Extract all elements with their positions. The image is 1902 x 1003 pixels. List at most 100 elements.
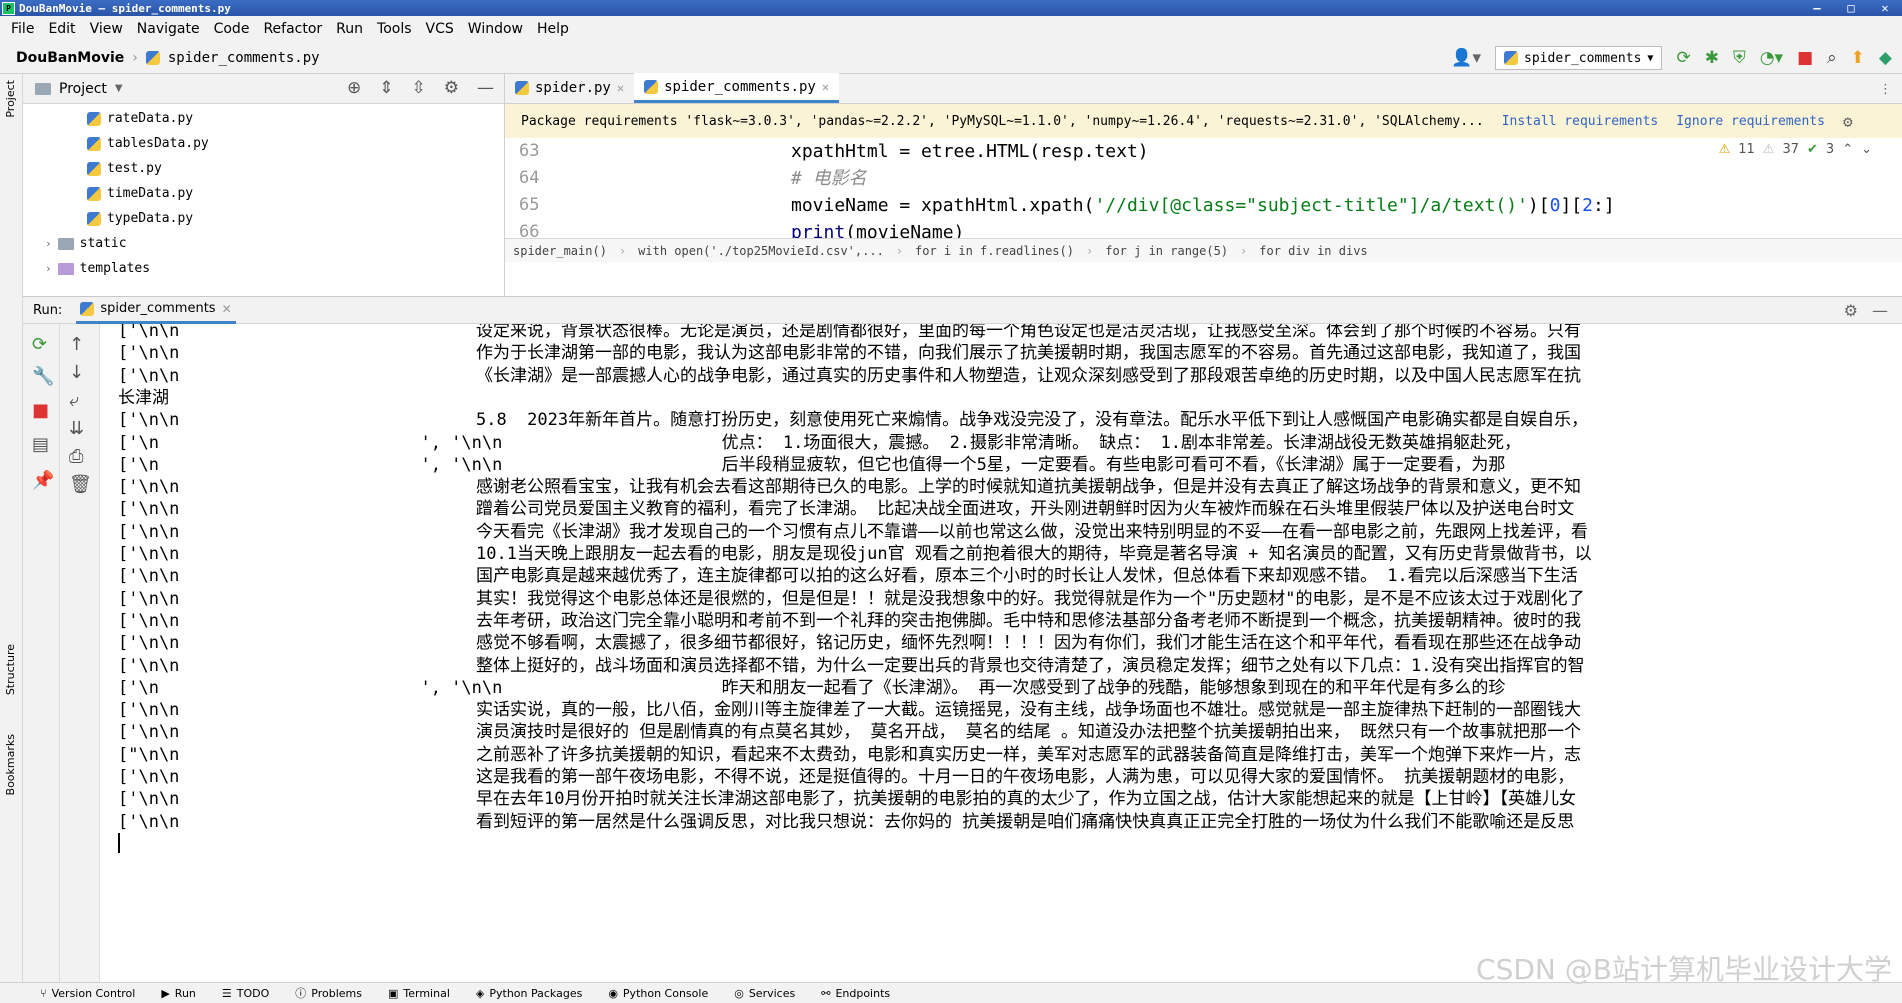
rerun-icon[interactable]: ⟳ [32,334,47,355]
project-tool-tab[interactable]: Project [4,80,17,118]
locate-icon[interactable]: ⊕ [347,78,361,98]
tree-file[interactable]: tablesData.py [23,131,504,156]
profile-icon[interactable]: ◔▾ [1760,49,1783,67]
breadcrumb-file[interactable]: spider_comments.py [168,50,320,66]
todo-tab[interactable]: ☰ TODO [222,987,269,1000]
terminal-tab[interactable]: ▣ Terminal [388,987,450,1000]
hide-icon[interactable]: — [477,78,494,98]
tab-spider-comments[interactable]: spider_comments.py ✕ [634,73,840,103]
run-config-select[interactable]: spider_comments ▼ [1495,46,1663,70]
console-output[interactable]: ['\n\n ['\n\n ['\n\n 长津湖 ['\n\n ['\n ['\n ['\n\… [100,324,1902,982]
stop-icon[interactable]: ■ [1797,49,1813,67]
chevron-down-icon[interactable]: ▼ [115,83,123,94]
project-panel-title[interactable]: Project [59,81,107,97]
problems-tab[interactable]: ⓘ Problems [295,985,362,1001]
close-tab-icon[interactable]: ✕ [222,302,232,316]
menu-navigate[interactable]: Navigate [130,21,207,37]
coverage-icon[interactable]: ⛨ [1733,49,1746,67]
check-icon: ✔ [1807,142,1818,157]
run-tab[interactable]: spider_comments ✕ [76,296,236,324]
menu-code[interactable]: Code [207,21,257,37]
menu-view[interactable]: View [83,21,130,37]
print-icon[interactable]: ⎙ [69,446,83,467]
scroll-to-end-icon[interactable]: ⇊ [69,418,84,439]
code-breadcrumb-item[interactable]: spider_main() [513,244,607,258]
code-breadcrumb-item[interactable]: for i in f.readlines() [915,244,1074,258]
menu-file[interactable]: File [4,21,41,37]
menu-window[interactable]: Window [461,21,530,37]
tab-label: Python Console [622,986,709,1000]
code-breadcrumb-item[interactable]: for j in range(5) [1105,244,1228,258]
layout-icon[interactable]: ▤ [32,434,49,455]
update-icon[interactable]: ⬆ [1851,49,1865,67]
tree-file[interactable]: test.py [23,156,504,181]
menu-run[interactable]: Run [329,21,370,37]
soft-wrap-icon[interactable]: ⤶ [69,390,79,411]
stop-icon[interactable]: ■ [32,400,49,421]
menu-tools[interactable]: Tools [370,21,419,37]
info-icon: ⓘ [295,987,307,1000]
search-icon[interactable]: ⌕ [1827,49,1837,67]
services-icon: ◎ [734,986,744,1000]
install-requirements-link[interactable]: Install requirements [1502,114,1659,129]
chevron-right-icon[interactable]: › [45,237,52,250]
tab-label: Version Control [51,986,136,1000]
plugin-icon[interactable]: ◆ [1879,49,1892,67]
gear-icon[interactable]: ⚙ [444,78,459,98]
close-button[interactable]: ✕ [1868,0,1902,16]
gear-icon[interactable]: ⚙ [1844,301,1858,320]
bookmarks-tool-tab[interactable]: Bookmarks [4,734,17,795]
breadcrumb-project[interactable]: DouBanMovie [16,50,124,66]
services-tab[interactable]: ◎ Services [734,987,795,1000]
trash-icon[interactable]: 🗑 [69,474,92,495]
run-config-label: spider_comments [1524,50,1642,66]
hide-icon[interactable]: — [1872,301,1902,320]
inspection-widget[interactable]: ⚠ 11 ⚠ 37 ✔ 3 ⌃ ⌄ [1719,142,1872,157]
menu-help[interactable]: Help [530,21,576,37]
debug-icon[interactable]: ✱ [1705,49,1719,67]
tree-file-label: rateData.py [107,111,194,126]
python-packages-tab[interactable]: ◈ Python Packages [476,987,582,1000]
tree-file[interactable]: rateData.py [23,106,504,131]
tree-folder[interactable]: › static [23,231,504,256]
code-breadcrumbs: spider_main() › with open('./top25MovieId… [505,238,1902,262]
tab-spider[interactable]: spider.py ✕ [505,73,634,103]
menu-edit[interactable]: Edit [41,21,82,37]
code-breadcrumb-item[interactable]: for div in divs [1259,244,1367,258]
chevron-right-icon[interactable]: › [45,262,52,275]
maximize-button[interactable]: □ [1834,0,1868,16]
tree-file[interactable]: typeData.py [23,206,504,231]
python-console-tab[interactable]: ◉ Python Console [608,987,708,1000]
collapse-all-icon[interactable]: ⇳ [412,78,426,98]
minimize-button[interactable]: – [1800,0,1834,16]
more-icon[interactable]: ⋮ [1869,82,1902,103]
code-breadcrumb-item[interactable]: with open('./top25MovieId.csv',... [638,244,884,258]
expand-all-icon[interactable]: ⇕ [379,78,393,98]
menu-vcs[interactable]: VCS [419,21,461,37]
endpoints-tab[interactable]: ⚯ Endpoints [821,987,890,1000]
wrench-icon[interactable]: 🔧 [32,366,54,387]
tree-folder[interactable]: › templates [23,256,504,281]
ignore-requirements-link[interactable]: Ignore requirements [1676,114,1825,129]
chevron-up-icon[interactable]: ⌃ [1842,142,1853,157]
left-tool-strip: Project Structure Bookmarks [0,74,23,982]
gear-icon[interactable]: ⚙ [1843,112,1853,131]
menu-refactor[interactable]: Refactor [256,21,329,37]
run-toolbar-secondary: ↑ ↓ ⤶ ⇊ ⎙ 🗑 [60,324,100,982]
arrow-up-icon[interactable]: ↑ [69,334,84,355]
play-icon: ▶ [161,986,170,1000]
structure-tool-tab[interactable]: Structure [4,644,17,695]
user-icon[interactable]: 👤▾ [1451,49,1481,67]
close-tab-icon[interactable]: ✕ [617,81,624,95]
rerun-icon[interactable]: ⟳ [1676,49,1690,67]
tree-file[interactable]: timeData.py [23,181,504,206]
run-tool-tab[interactable]: ▶ Run [161,987,196,1000]
app-icon: P [2,1,15,15]
close-tab-icon[interactable]: ✕ [822,80,829,94]
code-area[interactable]: 63 64 65 66 xpathHtml = etree.HTML(resp.… [505,138,1902,238]
version-control-tab[interactable]: ⑂ Version Control [40,987,135,1000]
line-number: 63 [519,141,540,161]
arrow-down-icon[interactable]: ↓ [69,362,84,383]
pin-icon[interactable]: 📌 [32,470,54,491]
chevron-down-icon[interactable]: ⌄ [1861,142,1872,157]
